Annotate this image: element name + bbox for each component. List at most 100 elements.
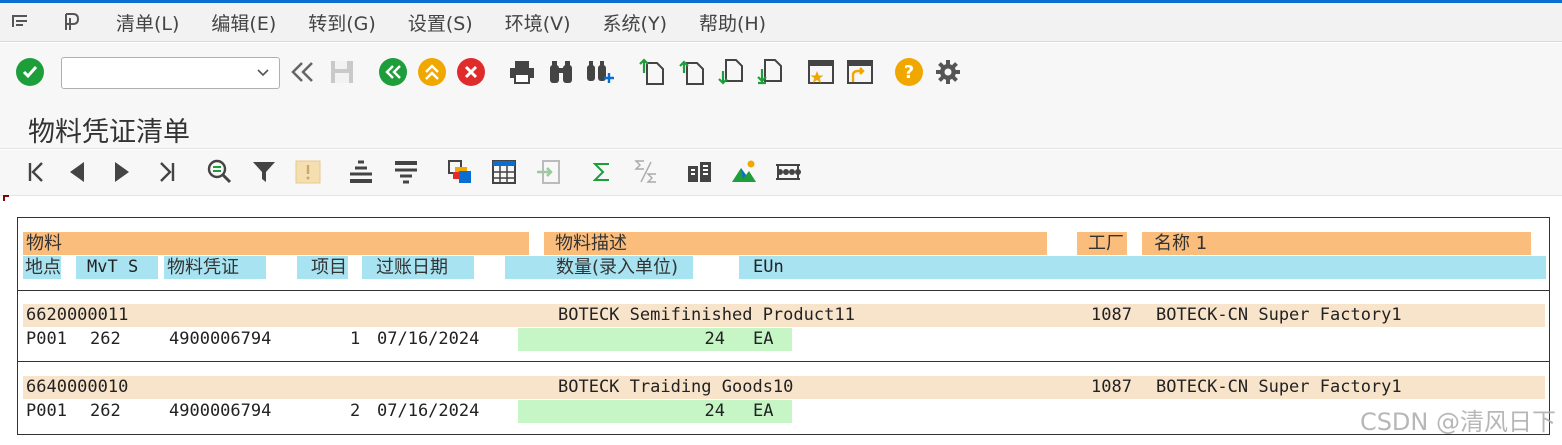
- menu-help[interactable]: 帮助(H): [699, 9, 766, 36]
- selection-marker: [3, 195, 9, 201]
- material-number: 6620000011: [26, 305, 129, 325]
- table-row[interactable]: P001 262 4900006794 2 07/16/2024 24 EA: [23, 400, 1545, 423]
- standard-toolbar: ?: [0, 43, 1562, 103]
- abc-analysis-icon[interactable]: [730, 158, 758, 186]
- header-name[interactable]: 名称 1: [1142, 232, 1531, 255]
- plant-name: BOTECK-CN Super Factory1: [1156, 377, 1402, 397]
- table-row[interactable]: P001 262 4900006794 1 07/16/2024 24 EA: [23, 328, 1545, 351]
- header-item[interactable]: 项目: [297, 256, 348, 279]
- sort-descending-icon[interactable]: [392, 158, 420, 186]
- material-number: 6640000010: [26, 377, 129, 397]
- view-icon[interactable]: [446, 158, 474, 186]
- cancel-icon: [457, 58, 485, 86]
- first-page-icon[interactable]: [636, 56, 666, 88]
- table-row[interactable]: 6640000010 BOTECK Traiding Goods10 1087 …: [23, 376, 1545, 399]
- create-session-icon[interactable]: [806, 56, 836, 88]
- plant-name: BOTECK-CN Super Factory1: [1156, 305, 1402, 325]
- menu-system[interactable]: 系统(Y): [603, 9, 667, 36]
- header-mvt-s[interactable]: MvT S: [76, 256, 158, 279]
- item-number: 2: [350, 401, 361, 421]
- help-button[interactable]: ?: [894, 56, 924, 88]
- page-title: 物料凭证清单: [28, 117, 190, 148]
- settings-icon[interactable]: [933, 56, 963, 88]
- header-posting-date[interactable]: 过账日期: [362, 256, 474, 279]
- list-output: 物料 物料描述 工厂 名称 1 地点 MvT S 物料凭证 项目 过账日期 数量…: [17, 217, 1550, 435]
- command-field[interactable]: [61, 57, 280, 89]
- header-material[interactable]: 物料: [23, 232, 529, 255]
- header-material-doc[interactable]: 物料凭证: [164, 256, 266, 279]
- subtotal-icon[interactable]: [632, 158, 660, 186]
- menu-settings[interactable]: 设置(S): [408, 9, 473, 36]
- collapse-icon[interactable]: [288, 56, 318, 88]
- layout-icon[interactable]: [490, 158, 518, 186]
- previous-record-icon[interactable]: [63, 158, 91, 186]
- menu-environment[interactable]: 环境(V): [505, 9, 571, 36]
- header-location[interactable]: 地点: [23, 256, 61, 279]
- dimension-icon[interactable]: [774, 158, 802, 186]
- posting-date: 07/16/2024: [377, 329, 480, 349]
- find-next-icon[interactable]: [585, 56, 615, 88]
- location: P001: [26, 329, 67, 349]
- header-material-desc[interactable]: 物料描述: [544, 232, 1047, 255]
- plant: 1087: [1091, 377, 1132, 397]
- details-icon[interactable]: [206, 158, 234, 186]
- menu-icon[interactable]: [10, 11, 32, 33]
- material-document: 4900006794: [169, 401, 272, 421]
- header-quantity[interactable]: 数量(录入单位): [505, 256, 693, 279]
- divider: [18, 361, 1549, 362]
- parameter-icon[interactable]: [62, 11, 84, 33]
- help-icon: ?: [895, 58, 923, 86]
- material-document: 4900006794: [169, 329, 272, 349]
- print-icon[interactable]: [507, 56, 537, 88]
- table-row[interactable]: 6620000011 BOTECK Semifinished Product11…: [23, 304, 1545, 327]
- header-plant[interactable]: 工厂: [1077, 232, 1127, 255]
- menu-list[interactable]: 清单(L): [116, 9, 179, 36]
- last-record-icon[interactable]: [153, 158, 181, 186]
- save-icon[interactable]: [327, 56, 357, 88]
- shortcut-icon[interactable]: [845, 56, 875, 88]
- back-icon: [379, 58, 407, 86]
- unit: EA: [753, 401, 774, 421]
- menu-goto[interactable]: 转到(G): [308, 9, 376, 36]
- exception-icon[interactable]: [294, 158, 322, 186]
- cancel-button[interactable]: [456, 56, 486, 88]
- quantity: 24: [704, 329, 725, 349]
- header-eun[interactable]: EUn: [739, 256, 1546, 279]
- menu-bar: 清单(L) 编辑(E) 转到(G) 设置(S) 环境(V) 系统(Y) 帮助(H…: [0, 0, 1562, 42]
- divider: [18, 290, 1549, 291]
- sum-icon[interactable]: [588, 158, 616, 186]
- first-record-icon[interactable]: [22, 158, 50, 186]
- title-bar: 物料凭证清单: [0, 103, 1562, 149]
- movement-type: 262: [90, 401, 121, 421]
- back-button[interactable]: [378, 56, 408, 88]
- movement-type: 262: [90, 329, 121, 349]
- sort-ascending-icon[interactable]: [347, 158, 375, 186]
- enter-button[interactable]: [15, 56, 45, 88]
- material-description: BOTECK Semifinished Product11: [558, 305, 855, 325]
- plant: 1087: [1091, 305, 1132, 325]
- menu-edit[interactable]: 编辑(E): [211, 9, 276, 36]
- material-description: BOTECK Traiding Goods10: [558, 377, 794, 397]
- exit-icon: [418, 58, 446, 86]
- previous-page-icon[interactable]: [676, 56, 706, 88]
- quantity-cell: 24 EA: [518, 400, 792, 423]
- watermark: CSDN @清风日下: [1359, 408, 1556, 436]
- quantity-cell: 24 EA: [518, 328, 792, 351]
- next-record-icon[interactable]: [108, 158, 136, 186]
- unit: EA: [753, 329, 774, 349]
- command-input[interactable]: [68, 59, 253, 87]
- check-icon: [16, 58, 44, 86]
- exit-button[interactable]: [417, 56, 447, 88]
- location: P001: [26, 401, 67, 421]
- graphic-icon[interactable]: [686, 158, 714, 186]
- posting-date: 07/16/2024: [377, 401, 480, 421]
- last-page-icon[interactable]: [754, 56, 784, 88]
- item-number: 1: [350, 329, 361, 349]
- next-page-icon[interactable]: [715, 56, 745, 88]
- export-icon[interactable]: [534, 158, 562, 186]
- filter-icon[interactable]: [250, 158, 278, 186]
- find-icon[interactable]: [546, 56, 576, 88]
- quantity: 24: [704, 401, 725, 421]
- chevron-down-icon[interactable]: [255, 63, 271, 81]
- application-toolbar: [0, 150, 1562, 196]
